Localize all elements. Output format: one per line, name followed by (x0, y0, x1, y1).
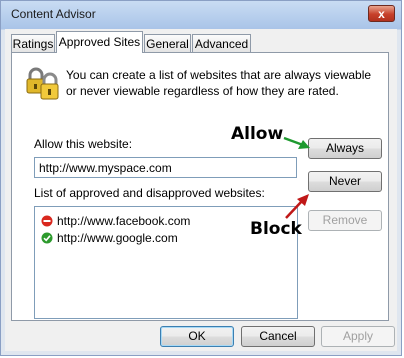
content-advisor-window: Content Advisor x Ratings Approved Sites… (0, 0, 402, 356)
tab-label: Advanced (194, 37, 249, 51)
ok-button[interactable]: OK (160, 326, 234, 347)
approved-icon (41, 232, 53, 244)
list-item[interactable]: http://www.google.com (41, 230, 178, 246)
tab-label: Approved Sites (58, 35, 141, 49)
approved-sites-panel: You can create a list of websites that a… (11, 52, 389, 321)
tab-approved-sites[interactable]: Approved Sites (56, 31, 143, 53)
tab-ratings[interactable]: Ratings (11, 34, 55, 52)
website-url-input[interactable]: http://www.myspace.com (34, 157, 297, 178)
locks-icon (26, 67, 59, 100)
tab-advanced[interactable]: Advanced (192, 34, 251, 52)
close-icon: x (378, 7, 385, 21)
block-arrow-icon (285, 194, 309, 219)
window-title: Content Advisor (11, 7, 96, 21)
dialog-client-area: Ratings Approved Sites General Advanced … (5, 29, 397, 351)
list-item[interactable]: http://www.facebook.com (41, 213, 190, 229)
blocked-icon (41, 215, 53, 227)
title-bar[interactable]: Content Advisor x (1, 1, 401, 27)
tab-general[interactable]: General (144, 34, 191, 52)
close-button[interactable]: x (368, 5, 395, 22)
allow-arrow-icon (283, 136, 310, 149)
description-text: You can create a list of websites that a… (66, 68, 372, 98)
always-button[interactable]: Always (308, 138, 382, 159)
site-url: http://www.google.com (57, 231, 178, 245)
allow-annotation: Allow (231, 124, 284, 144)
tab-label: General (146, 37, 189, 51)
cancel-button[interactable]: Cancel (241, 326, 315, 347)
remove-button[interactable]: Remove (308, 210, 382, 231)
block-annotation: Block (250, 219, 302, 239)
never-button[interactable]: Never (308, 171, 382, 192)
site-list-label: List of approved and disapproved website… (34, 186, 265, 200)
apply-button[interactable]: Apply (321, 326, 395, 347)
site-url: http://www.facebook.com (57, 214, 191, 228)
tab-label: Ratings (12, 37, 54, 51)
allow-website-label: Allow this website: (34, 137, 133, 151)
